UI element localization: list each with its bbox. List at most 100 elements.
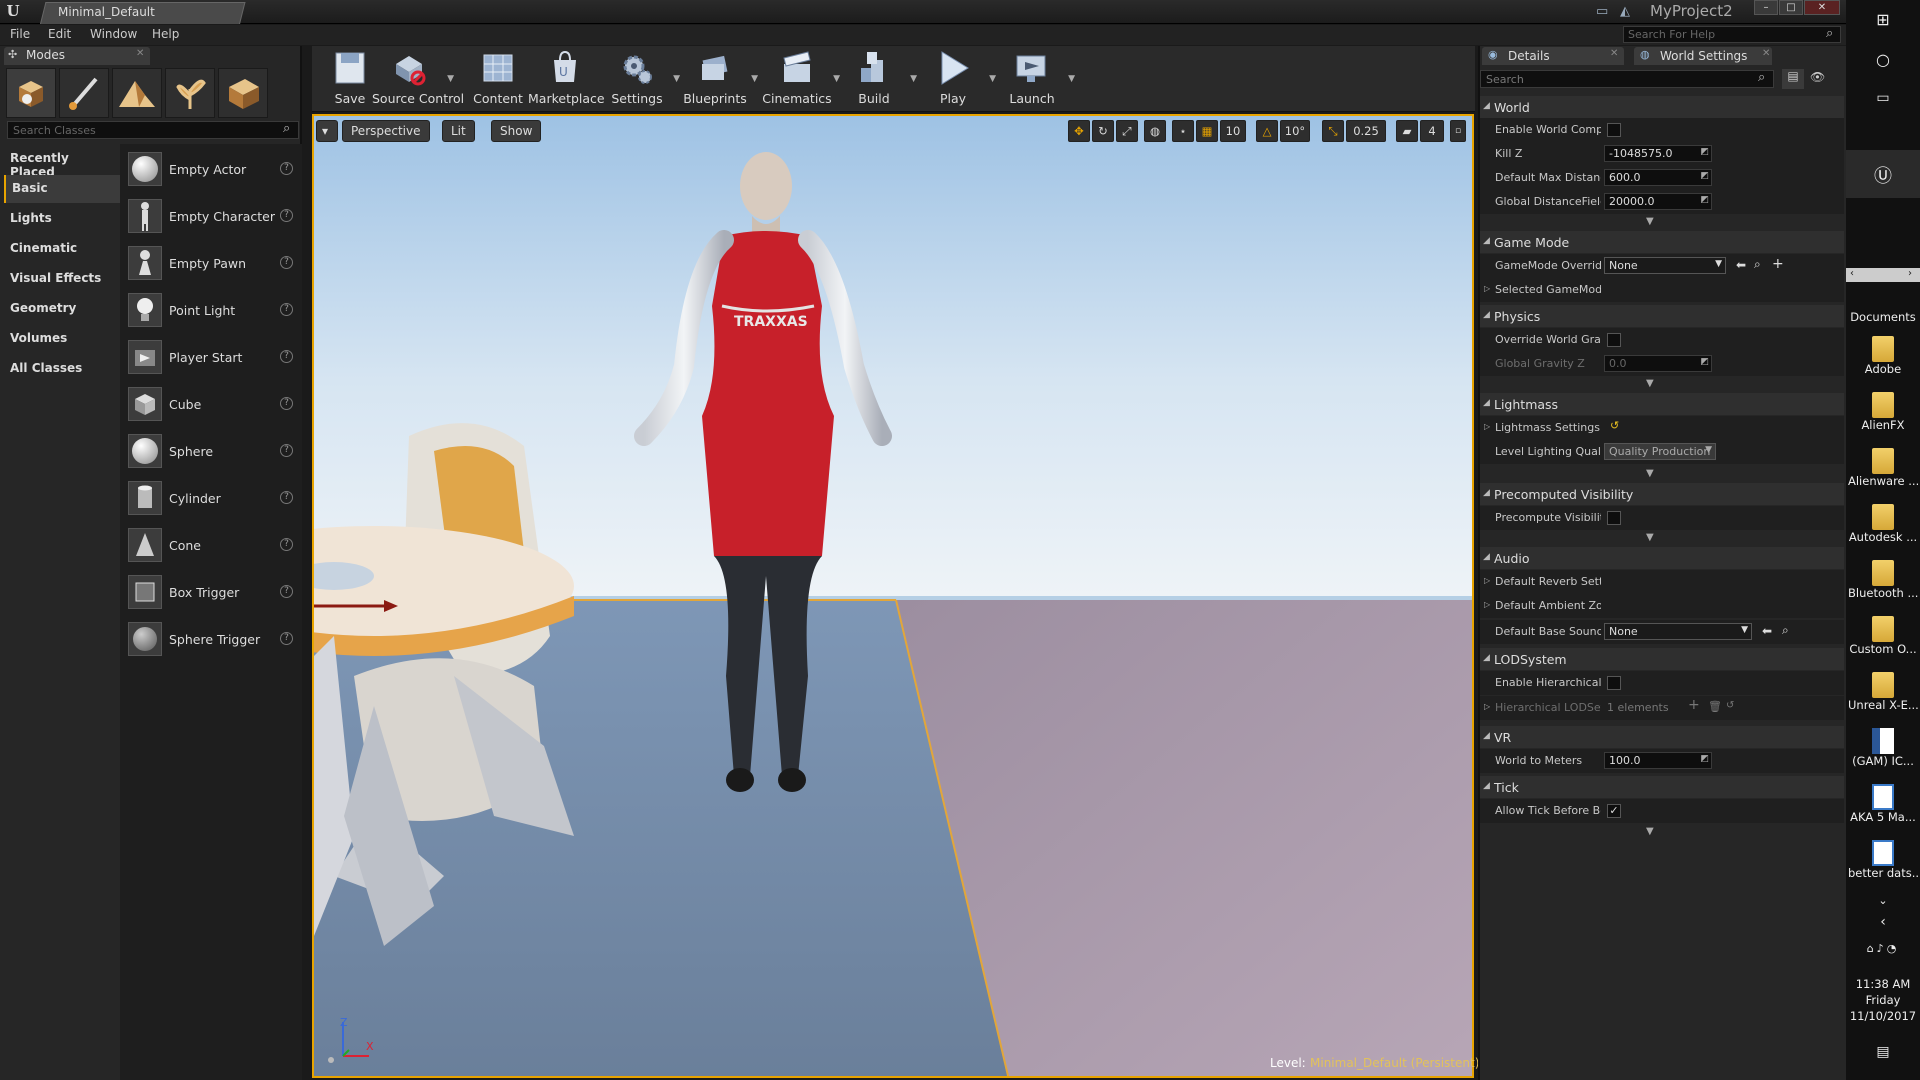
section-lodsystem[interactable]: ◢ LODSystem [1480,648,1844,670]
menu-file[interactable]: File [10,27,30,41]
eye-icon[interactable]: 👁 [1810,70,1825,84]
maximize-button[interactable]: □ [1779,0,1803,15]
world-to-meters-input[interactable]: 100.0 ◩ [1604,752,1712,769]
desktop-item[interactable]: Bluetooth ... [1848,560,1918,600]
spin-icon[interactable]: ◩ [1700,754,1709,764]
search-classes-input[interactable]: Search Classes [7,121,299,139]
precompute-visibility-checkbox[interactable] [1607,511,1621,525]
cortana-icon[interactable]: ○ [1846,50,1920,69]
help-icon[interactable]: ? [280,256,293,269]
task-view-icon[interactable]: ▭ [1846,90,1920,106]
category-volumes[interactable]: Volumes [4,325,120,353]
rotate-icon[interactable]: ↻ [1092,120,1114,142]
scale-snap-value[interactable]: 0.25 [1346,120,1386,142]
system-tray-icons[interactable]: ⌂♪◔ [1846,942,1920,955]
chevron-down-icon[interactable]: ▼ [1068,74,1075,84]
chevron-down-icon[interactable]: ▼ [751,74,758,84]
help-icon[interactable]: ? [280,350,293,363]
maximize-viewport-icon[interactable]: ▫ [1450,120,1466,142]
help-icon[interactable]: ? [280,162,293,175]
search-icon[interactable]: ⌕ [1826,26,1833,41]
spin-icon[interactable]: ◩ [1700,171,1709,181]
list-item[interactable]: Cube? [124,385,300,425]
allow-tick-checkbox[interactable]: ✓ [1607,804,1621,818]
desktop-item[interactable]: AKA 5 Ma... [1848,784,1918,824]
scale-snap-icon[interactable]: ⤡ [1322,120,1344,142]
expand-more-icon[interactable]: ▼ [1646,468,1654,479]
expand-more-icon[interactable]: ▼ [1646,532,1654,543]
tab-world-settings[interactable]: World Settings [1634,47,1772,65]
section-precomputed-visibility[interactable]: ◢ Precomputed Visibility [1480,483,1844,505]
expand-down-icon[interactable]: ⌄ [1846,894,1920,907]
unreal-logo-icon[interactable]: U [2,2,24,22]
notification-icon[interactable]: ◭ [1620,4,1630,19]
tab-details[interactable]: Details [1482,47,1624,65]
expand-icon[interactable]: ▷ [1484,422,1490,431]
expand-more-icon[interactable]: ▼ [1646,378,1654,389]
desktop-item[interactable]: better dats... [1848,840,1918,880]
list-item[interactable]: Cylinder? [124,479,300,519]
desktop-item[interactable]: Autodesk ... [1848,504,1918,544]
landscape-mode-button[interactable] [112,68,162,118]
details-search-input[interactable]: Search [1480,70,1774,88]
minimize-button[interactable]: – [1754,0,1778,15]
gamemode-override-dropdown[interactable]: None ▼ [1604,257,1726,274]
add-icon[interactable]: + [1688,697,1700,713]
close-icon[interactable]: ✕ [1762,48,1770,59]
expand-icon[interactable]: ▷ [1484,284,1490,293]
section-vr[interactable]: ◢ VR [1480,726,1844,748]
section-lightmass[interactable]: ◢ Lightmass [1480,393,1844,415]
list-item[interactable]: Point Light? [124,291,300,331]
cinematics-button[interactable]: Cinematics ▼ [760,48,840,108]
lit-button[interactable]: Lit [442,120,475,142]
help-icon[interactable]: ? [280,632,293,645]
list-item[interactable]: Empty Character? [124,197,300,237]
menu-help[interactable]: Help [152,27,179,41]
rotation-snap-icon[interactable]: △ [1256,120,1278,142]
menu-edit[interactable]: Edit [48,27,71,41]
source-control-button[interactable]: Source Control ▼ [372,48,464,108]
help-icon[interactable]: ? [280,397,293,410]
chevron-left-icon[interactable]: ‹ [1846,914,1920,930]
content-button[interactable]: Content [461,48,535,108]
lighting-quality-dropdown[interactable]: Quality Production ▼ [1604,443,1716,460]
help-icon[interactable]: ? [280,209,293,222]
help-search-input[interactable]: Search For Help [1623,26,1841,43]
use-selected-arrow-icon[interactable]: ⬅ [1736,258,1746,272]
add-icon[interactable]: + [1772,256,1784,272]
close-icon[interactable]: ✕ [1610,48,1618,59]
base-sound-mix-dropdown[interactable]: None ▼ [1604,623,1752,640]
section-world[interactable]: ◢ World [1480,96,1844,118]
level-viewport[interactable]: TRAXXAS [312,114,1474,1078]
category-geometry[interactable]: Geometry [4,295,120,323]
trash-icon[interactable]: 🗑 [1708,700,1722,713]
grid-snap-value[interactable]: 10 [1220,120,1246,142]
expand-icon[interactable]: ▷ [1484,576,1490,585]
category-basic[interactable]: Basic [4,175,120,203]
geometry-mode-button[interactable] [218,68,268,118]
enable-hlod-checkbox[interactable] [1607,676,1621,690]
show-button[interactable]: Show [491,120,542,142]
grid-snap-icon[interactable]: ▦ [1196,120,1218,142]
section-game-mode[interactable]: ◢ Game Mode [1480,231,1844,253]
browse-icon[interactable]: ⌕ [1782,623,1789,638]
camera-speed-value[interactable]: 4 [1420,120,1444,142]
blueprints-button[interactable]: Blueprints ▼ [678,48,758,108]
build-button[interactable]: Build ▼ [837,48,917,108]
global-distance-field-input[interactable]: 20000.0 ◩ [1604,193,1712,210]
marketplace-button[interactable]: U Marketplace [528,48,605,108]
foliage-mode-button[interactable] [165,68,215,118]
category-visual-effects[interactable]: Visual Effects [4,265,120,293]
expand-more-icon[interactable]: ▼ [1646,826,1654,837]
list-item[interactable]: Cone? [124,526,300,566]
list-item[interactable]: Empty Pawn? [124,244,300,284]
close-button[interactable]: ✕ [1804,0,1840,15]
category-recently-placed[interactable]: Recently Placed [4,145,120,179]
override-gravity-checkbox[interactable] [1607,333,1621,347]
play-button[interactable]: Play ▼ [916,48,996,108]
scroll-right-icon[interactable]: › [1908,268,1912,279]
kill-z-input[interactable]: -1048575.0 ◩ [1604,145,1712,162]
use-selected-arrow-icon[interactable]: ⬅ [1762,624,1772,638]
list-item[interactable]: Sphere? [124,432,300,472]
section-physics[interactable]: ◢ Physics [1480,305,1844,327]
